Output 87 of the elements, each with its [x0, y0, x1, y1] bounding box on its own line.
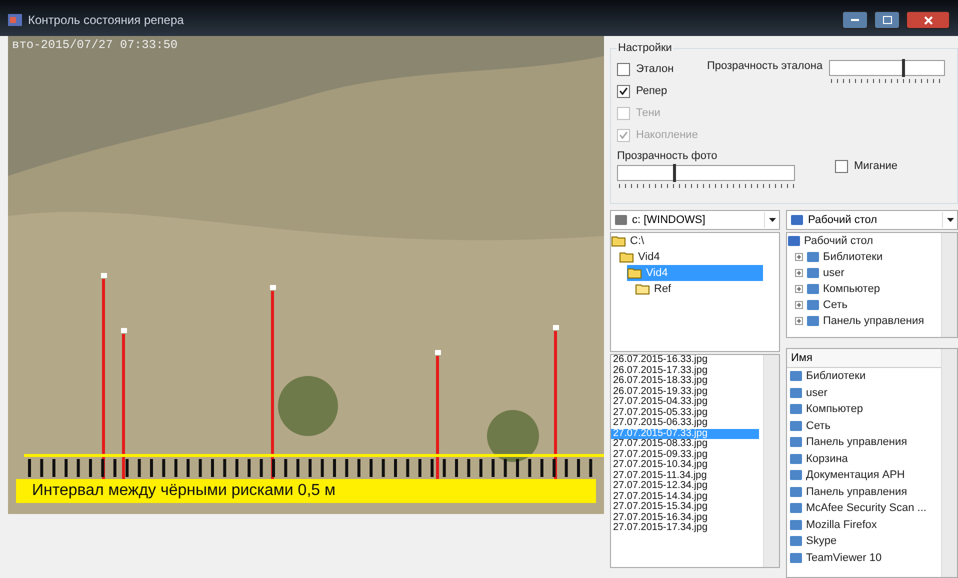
list-item[interactable]: Панель управления: [787, 434, 941, 450]
file-item[interactable]: 26.07.2015-19.33.jpg: [611, 386, 759, 397]
slider-thumb[interactable]: [902, 59, 905, 77]
expand-icon[interactable]: [795, 253, 803, 261]
list-item[interactable]: Компьютер: [787, 401, 941, 418]
file-item[interactable]: 27.07.2015-16.34.jpg: [611, 512, 759, 523]
column-header[interactable]: Имя: [787, 349, 941, 368]
list-item[interactable]: Корзина: [787, 450, 941, 467]
checkbox-label: Тени: [636, 107, 660, 119]
ruler-caption: Интервал между чёрными рисками 0,5 м: [16, 479, 596, 503]
drive-combo[interactable]: c: [WINDOWS]: [610, 210, 780, 230]
file-item[interactable]: 27.07.2015-14.34.jpg: [611, 492, 759, 502]
dropdown-arrow-icon: [768, 218, 776, 222]
list-item[interactable]: Документация АРН: [787, 467, 941, 484]
file-item[interactable]: 27.07.2015-08.33.jpg: [611, 439, 759, 450]
timestamp: вто-2015/07/27 07:33:50: [12, 38, 178, 52]
folder-item[interactable]: Vid4: [619, 249, 763, 265]
tree-item[interactable]: Компьютер: [787, 281, 941, 297]
window-title: Контроль состояния репера: [28, 13, 185, 27]
file-item[interactable]: 27.07.2015-11.34.jpg: [611, 470, 759, 481]
scrollbar[interactable]: [941, 233, 957, 337]
slider-track[interactable]: [617, 165, 795, 181]
file-item[interactable]: 27.07.2015-15.34.jpg: [611, 502, 759, 512]
file-item[interactable]: 27.07.2015-06.33.jpg: [611, 418, 759, 428]
checkbox-label: Репер: [636, 85, 668, 97]
item-icon: [789, 486, 803, 498]
checkbox-label: Накопление: [636, 129, 698, 141]
file-item[interactable]: 26.07.2015-17.33.jpg: [611, 366, 759, 376]
expand-icon[interactable]: [795, 317, 803, 325]
group-title: Настройки: [617, 42, 673, 54]
file-item[interactable]: 27.07.2015-05.33.jpg: [611, 408, 759, 418]
item-icon: [789, 502, 803, 514]
file-item[interactable]: 26.07.2015-18.33.jpg: [611, 376, 759, 386]
list-item[interactable]: Skype: [787, 533, 941, 550]
list-item[interactable]: Библиотеки: [787, 368, 941, 384]
file-item[interactable]: 27.07.2015-09.33.jpg: [611, 450, 759, 460]
checkbox-label: Эталон: [636, 63, 674, 75]
item-icon: [789, 386, 803, 399]
folder-item[interactable]: C:\: [611, 233, 763, 249]
item-icon: [789, 452, 803, 465]
file-item[interactable]: 27.07.2015-10.34.jpg: [611, 460, 759, 470]
maximize-button[interactable]: [874, 11, 900, 29]
scrollbar[interactable]: [763, 355, 779, 567]
item-icon: [789, 535, 803, 548]
file-item[interactable]: 27.07.2015-12.34.jpg: [611, 481, 759, 492]
checkbox-label: Мигание: [854, 160, 898, 172]
checkbox[interactable]: [617, 84, 630, 98]
tree-item[interactable]: Сеть: [787, 297, 941, 313]
close-button[interactable]: [906, 11, 950, 29]
list-item[interactable]: TeamViewer 10: [787, 550, 941, 566]
slider-label: Прозрачность эталона: [707, 60, 823, 72]
list-item[interactable]: Mozilla Firefox: [787, 516, 941, 533]
item-icon: [789, 420, 803, 432]
item-icon: [789, 552, 803, 564]
location-combo[interactable]: Рабочий стол: [786, 210, 958, 230]
list-item[interactable]: user: [787, 384, 941, 401]
file-item[interactable]: 27.07.2015-04.33.jpg: [611, 397, 759, 408]
expand-icon[interactable]: [795, 285, 803, 293]
list-item[interactable]: McAfee Security Scan ...: [787, 500, 941, 516]
file-item[interactable]: 26.07.2015-16.33.jpg: [611, 355, 759, 366]
slider-thumb[interactable]: [673, 164, 676, 182]
expand-icon[interactable]: [795, 269, 803, 277]
minimize-icon: [851, 18, 859, 22]
app-icon: [8, 14, 22, 26]
maximize-icon: [882, 16, 892, 24]
expand-icon[interactable]: [795, 301, 803, 309]
list-item[interactable]: Панель управления: [787, 484, 941, 500]
list-item[interactable]: Сеть: [787, 418, 941, 434]
scrollbar[interactable]: [941, 349, 957, 577]
item-icon: [789, 436, 803, 448]
tree-item[interactable]: Библиотеки: [787, 249, 941, 265]
item-icon: [789, 370, 803, 382]
tree-item[interactable]: user: [787, 265, 941, 281]
folder-item[interactable]: Ref: [635, 281, 763, 297]
dropdown-arrow-icon: [946, 218, 954, 222]
close-icon: [924, 16, 932, 24]
item-icon: [789, 403, 803, 416]
tree-item[interactable]: Рабочий стол: [787, 233, 941, 249]
item-icon: [789, 518, 803, 531]
checkbox[interactable]: [835, 160, 848, 172]
item-icon: [789, 469, 803, 482]
file-item[interactable]: 27.07.2015-17.34.jpg: [611, 523, 759, 534]
minimize-button[interactable]: [842, 11, 868, 29]
checkbox[interactable]: [617, 62, 630, 76]
slider-track[interactable]: [828, 60, 945, 76]
slider-label: Прозрачность фото: [617, 150, 718, 162]
tree-item[interactable]: Панель управления: [787, 313, 941, 329]
